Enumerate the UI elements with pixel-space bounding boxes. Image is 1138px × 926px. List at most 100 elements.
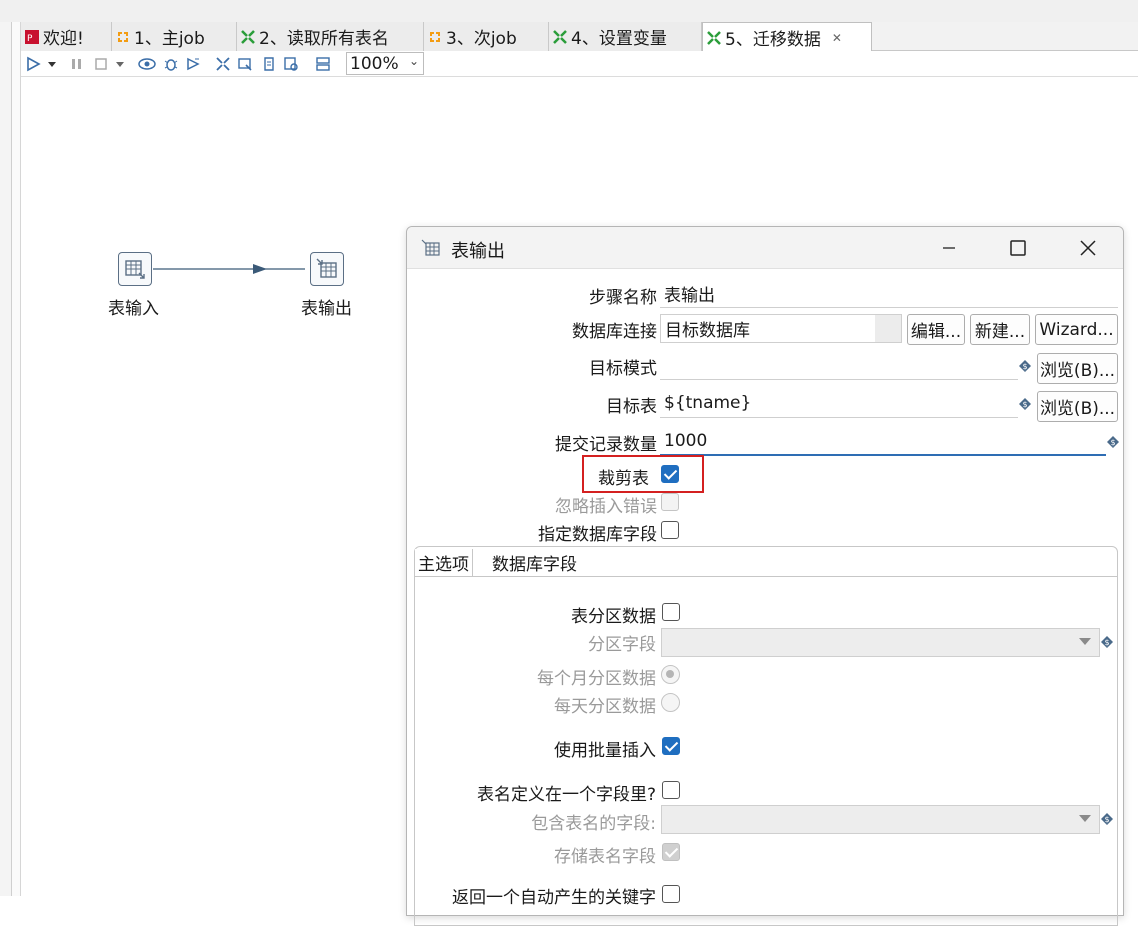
show-results-icon[interactable] bbox=[313, 54, 333, 74]
commit-size-input[interactable]: 1000 bbox=[660, 427, 1106, 456]
zoom-select[interactable]: 100% ⌄ bbox=[346, 52, 424, 75]
edit-connection-button[interactable]: 编辑... bbox=[907, 314, 965, 345]
tab-main-options[interactable]: 主选项 bbox=[415, 549, 473, 576]
close-icon[interactable] bbox=[1074, 235, 1102, 261]
left-panel-divider bbox=[12, 22, 21, 896]
table-input-icon bbox=[125, 260, 145, 279]
chevron-down-icon bbox=[1079, 638, 1091, 645]
tab-read-table-names[interactable]: 2、读取所有表名 bbox=[237, 22, 424, 51]
browse-schema-button[interactable]: 浏览(B)... bbox=[1037, 353, 1118, 384]
left-panel-edge bbox=[0, 22, 12, 896]
truncate-table-label: 裁剪表 bbox=[598, 469, 649, 489]
partition-label: 表分区数据 bbox=[571, 607, 656, 627]
transformation-icon bbox=[706, 30, 722, 46]
return-key-checkbox[interactable] bbox=[662, 885, 680, 903]
step-label: 表输入 bbox=[108, 299, 159, 319]
partition-checkbox[interactable] bbox=[662, 603, 680, 621]
db-connection-select[interactable]: 目标数据库 bbox=[660, 314, 902, 343]
monthly-partition-label: 每个月分区数据 bbox=[537, 669, 656, 689]
stop-icon[interactable] bbox=[91, 54, 111, 74]
partition-field-label: 分区字段 bbox=[588, 635, 656, 655]
new-connection-button[interactable]: 新建... bbox=[970, 314, 1030, 345]
step-table-input[interactable] bbox=[118, 252, 152, 286]
step-label: 表输出 bbox=[301, 299, 352, 319]
ignore-errors-label: 忽略插入错误 bbox=[555, 497, 657, 517]
tab-database-fields[interactable]: 数据库字段 bbox=[489, 549, 580, 576]
stop-dropdown-icon[interactable] bbox=[113, 54, 127, 74]
table-output-icon bbox=[316, 258, 337, 278]
wizard-button[interactable]: Wizard... bbox=[1035, 314, 1118, 345]
dialog-title: 表输出 bbox=[451, 241, 505, 262]
target-schema-label: 目标模式 bbox=[589, 359, 657, 379]
tab-main-job[interactable]: 1、主job bbox=[112, 22, 237, 51]
maximize-icon[interactable] bbox=[1004, 235, 1032, 261]
truncate-table-checkbox[interactable] bbox=[661, 465, 679, 483]
verify-icon[interactable] bbox=[213, 54, 233, 74]
batch-insert-checkbox[interactable] bbox=[662, 737, 680, 755]
transformation-toolbar: 100% ⌄ bbox=[21, 51, 1138, 77]
sql-icon[interactable] bbox=[259, 54, 279, 74]
store-table-field-label: 存储表名字段 bbox=[554, 847, 656, 867]
tab-sub-job[interactable]: 3、次job bbox=[424, 22, 549, 51]
tab-label: 4、设置变量 bbox=[571, 29, 667, 49]
variable-icon: $ bbox=[1107, 436, 1119, 448]
minimize-icon[interactable] bbox=[935, 235, 963, 261]
hop-arrow[interactable] bbox=[153, 261, 313, 277]
explore-db-icon[interactable] bbox=[281, 54, 301, 74]
field-containing-table-label: 包含表名的字段: bbox=[531, 814, 656, 834]
pause-icon[interactable] bbox=[67, 54, 87, 74]
commit-size-label: 提交记录数量 bbox=[555, 435, 657, 455]
daily-partition-radio[interactable] bbox=[661, 693, 680, 712]
tab-label: 欢迎! bbox=[43, 29, 84, 49]
target-table-label: 目标表 bbox=[606, 397, 657, 417]
table-output-icon bbox=[421, 239, 441, 262]
specify-fields-label: 指定数据库字段 bbox=[538, 525, 657, 545]
tab-migrate-data[interactable]: 5、迁移数据 ✕ bbox=[702, 22, 872, 52]
step-name-label: 步骤名称 bbox=[589, 288, 657, 308]
impact-icon[interactable] bbox=[235, 54, 255, 74]
browse-table-button[interactable]: 浏览(B)... bbox=[1037, 391, 1118, 422]
window-top-strip bbox=[0, 0, 1138, 22]
run-dropdown-icon[interactable] bbox=[45, 54, 59, 74]
target-schema-input[interactable] bbox=[660, 351, 1018, 380]
store-table-field-checkbox[interactable] bbox=[662, 843, 680, 861]
table-name-in-field-checkbox[interactable] bbox=[662, 781, 680, 799]
table-output-dialog: 表输出 步骤名称 表输出 数据库连接 目标数据库 编辑... 新建... Wiz… bbox=[406, 226, 1124, 926]
target-table-input[interactable]: ${tname} bbox=[660, 389, 1018, 418]
tab-label: 1、主job bbox=[134, 29, 205, 49]
variable-icon: $ bbox=[1101, 636, 1113, 648]
options-tabset: 主选项 数据库字段 表分区数据 分区字段 $ 每个月分区数据 每天分区数据 使用… bbox=[414, 546, 1118, 926]
svg-text:P: P bbox=[27, 34, 33, 44]
preview-eye-icon[interactable] bbox=[137, 54, 157, 74]
tab-label: 5、迁移数据 bbox=[725, 30, 821, 50]
step-table-output[interactable] bbox=[310, 252, 344, 286]
svg-text:$: $ bbox=[1105, 815, 1110, 824]
svg-text:$: $ bbox=[1105, 638, 1110, 647]
step-name-input[interactable]: 表输出 bbox=[660, 279, 1118, 308]
partition-field-select[interactable] bbox=[661, 628, 1100, 657]
chevron-down-icon bbox=[1079, 815, 1091, 822]
tab-set-variables[interactable]: 4、设置变量 bbox=[549, 22, 702, 51]
run-icon[interactable] bbox=[23, 54, 43, 74]
table-name-in-field-label: 表名定义在一个字段里? bbox=[476, 785, 656, 805]
variable-icon: $ bbox=[1019, 398, 1031, 410]
close-icon[interactable]: ✕ bbox=[832, 31, 842, 45]
specify-fields-checkbox[interactable] bbox=[661, 521, 679, 539]
monthly-partition-radio[interactable] bbox=[661, 665, 680, 684]
ignore-errors-checkbox[interactable] bbox=[661, 493, 679, 511]
dropdown-button[interactable] bbox=[875, 315, 901, 342]
svg-text:$: $ bbox=[1023, 362, 1028, 371]
debug-icon[interactable] bbox=[161, 54, 181, 74]
job-icon bbox=[115, 29, 131, 45]
dialog-titlebar[interactable]: 表输出 bbox=[407, 227, 1123, 269]
svg-text:$: $ bbox=[1023, 400, 1028, 409]
replay-icon[interactable] bbox=[183, 54, 203, 74]
transformation-icon bbox=[552, 29, 568, 45]
svg-text:$: $ bbox=[1111, 438, 1116, 447]
tab-welcome[interactable]: P 欢迎! bbox=[21, 22, 112, 51]
editor-tab-bar: P 欢迎! 1、主job 2、读取所有表名 3、次job 4、设置变量 5、迁移… bbox=[21, 22, 1138, 52]
field-containing-table-select[interactable] bbox=[661, 805, 1100, 834]
tab-label: 3、次job bbox=[446, 29, 517, 49]
transformation-icon bbox=[240, 29, 256, 45]
zoom-value: 100% bbox=[350, 53, 399, 74]
